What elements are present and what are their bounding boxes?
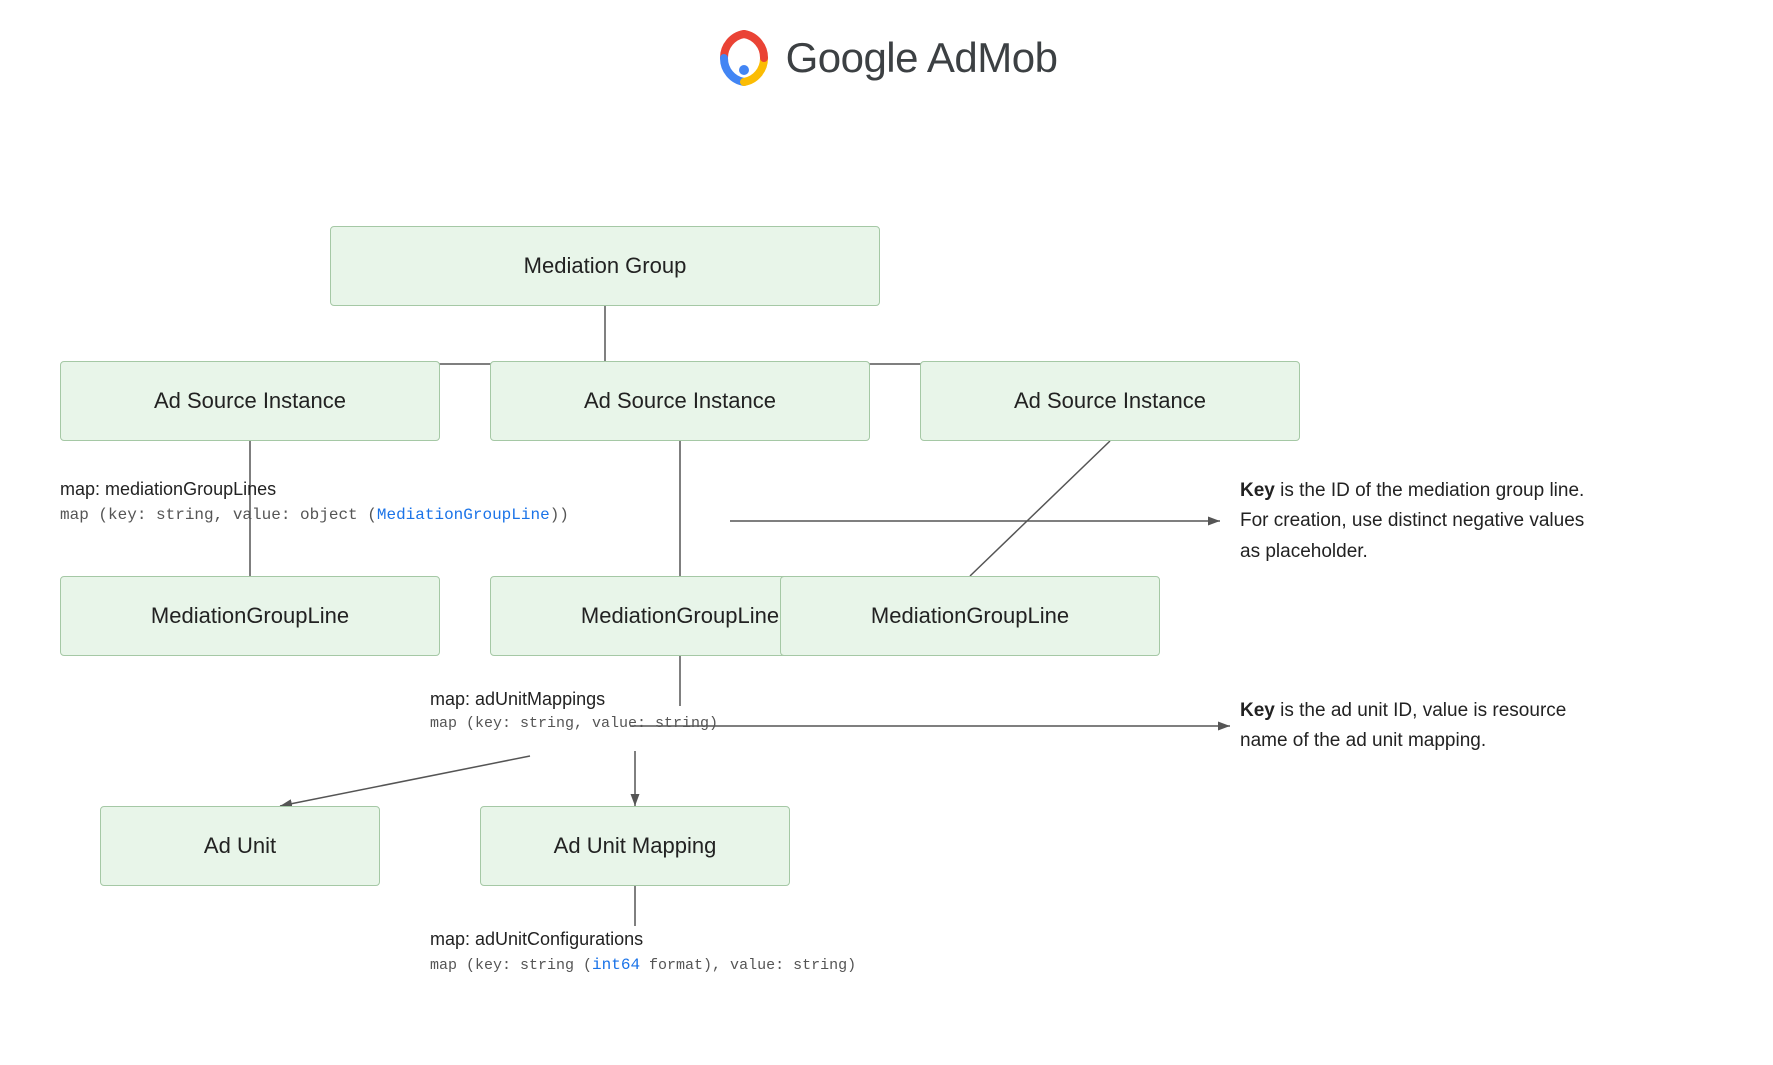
mediation-group-box: Mediation Group — [330, 226, 880, 306]
ad-unit-mappings-label: map: adUnitMappings map (key: string, va… — [430, 686, 718, 736]
ad-source-instance-1-box: Ad Source Instance — [60, 361, 440, 441]
ad-unit-mappings-key-note: Key is the ad unit ID, value is resource… — [1240, 696, 1590, 757]
ad-unit-mapping-box: Ad Unit Mapping — [480, 806, 790, 886]
mediation-group-lines-label: map: mediationGroupLines map (key: strin… — [60, 476, 569, 527]
ad-unit-configurations-label: map: adUnitConfigurations map (key: stri… — [430, 926, 856, 978]
mediation-group-lines-key-note: Key is the ID of the mediation group lin… — [1240, 476, 1590, 567]
diagram-container: Mediation Group Ad Source Instance Ad So… — [0, 106, 1773, 1056]
ad-source-instance-2-box: Ad Source Instance — [490, 361, 870, 441]
ad-source-instance-3-box: Ad Source Instance — [920, 361, 1300, 441]
admob-logo-icon — [716, 30, 772, 86]
mediation-group-line-1-box: MediationGroupLine — [60, 576, 440, 656]
page-title: Google AdMob — [786, 34, 1058, 82]
ad-unit-box: Ad Unit — [100, 806, 380, 886]
mediation-group-line-3-box: MediationGroupLine — [780, 576, 1160, 656]
page-header: Google AdMob — [0, 0, 1773, 106]
